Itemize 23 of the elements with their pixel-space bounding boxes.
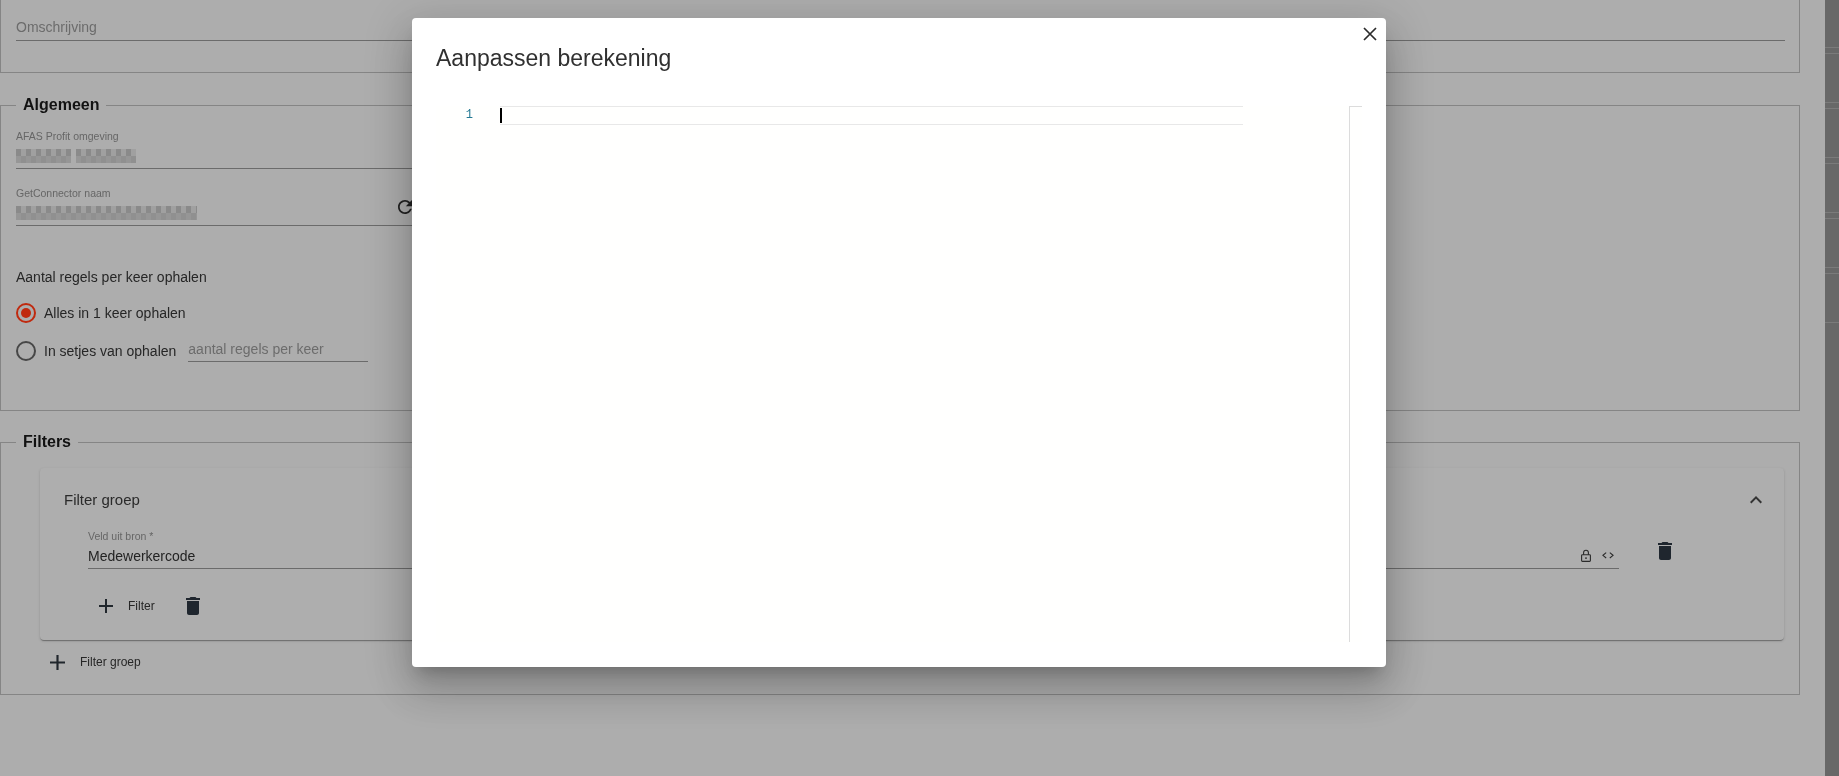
padlock-icon[interactable] [1581,549,1591,562]
radio-label[interactable]: In setjes van ophalen [44,342,177,360]
radio-button[interactable] [16,303,36,323]
chevron-up-icon[interactable] [1750,496,1762,504]
refresh-icon[interactable] [398,200,412,214]
plus-icon [99,599,113,613]
radio-button[interactable] [16,341,36,361]
radio-group-label: Aantal regels per keer ophalen [16,268,207,286]
plus-icon [50,654,65,670]
code-brackets-icon[interactable] [1602,552,1614,559]
trash-icon[interactable] [185,597,200,615]
section-legend: Algemeen [16,96,107,114]
text-cursor [500,108,502,123]
add-filter-group-button[interactable]: Filter groep [40,644,151,680]
close-button[interactable] [1363,27,1377,41]
line-number: 1 [465,107,473,124]
dialog-title: Aanpassen berekening [436,43,672,72]
rows-per-batch-field[interactable]: aantal regels per keer [188,336,369,362]
trash-icon[interactable] [1658,542,1672,560]
section-legend: Filters [16,433,78,451]
filter-group-title: Filter groep [64,490,140,510]
add-filter-button[interactable]: Filter [88,588,166,624]
radio-label[interactable]: Alles in 1 keer ophalen [44,304,186,322]
